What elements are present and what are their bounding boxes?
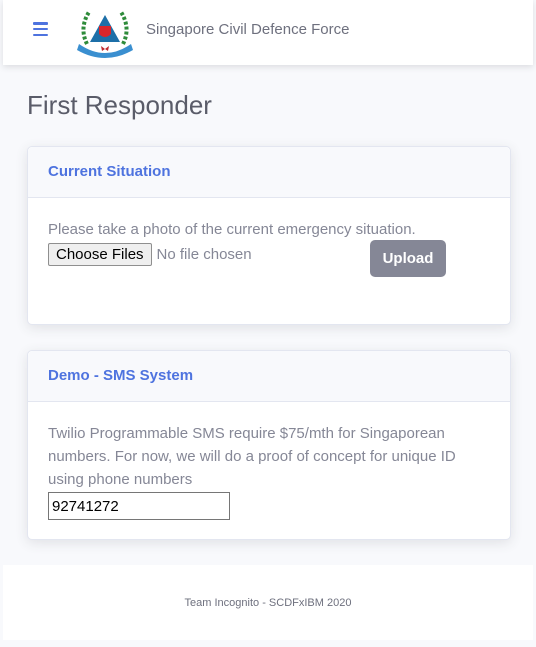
hamburger-icon[interactable] — [33, 22, 48, 36]
footer-text: Team Incognito - SCDFxIBM 2020 — [184, 597, 352, 609]
upload-button[interactable]: Upload — [370, 240, 446, 277]
footer: Team Incognito - SCDFxIBM 2020 — [3, 565, 533, 640]
current-situation-card: Current Situation Please take a photo of… — [27, 146, 511, 325]
sms-description: Twilio Programmable SMS require $75/mth … — [48, 425, 456, 488]
page-title: First Responder — [27, 90, 212, 120]
instruction-text: Please take a photo of the current emerg… — [48, 221, 416, 238]
sms-system-card: Demo - SMS System Twilio Programmable SM… — [27, 350, 511, 540]
phone-number-input[interactable] — [48, 492, 230, 520]
scdf-logo — [77, 10, 133, 58]
top-navbar: Singapore Civil Defence Force — [3, 0, 533, 65]
card-title: Current Situation — [28, 147, 510, 198]
file-status: No file chosen — [156, 246, 252, 263]
brand-name[interactable]: Singapore Civil Defence Force — [146, 21, 349, 38]
card-title: Demo - SMS System — [28, 351, 510, 402]
choose-files-button[interactable]: Choose Files — [48, 243, 152, 266]
